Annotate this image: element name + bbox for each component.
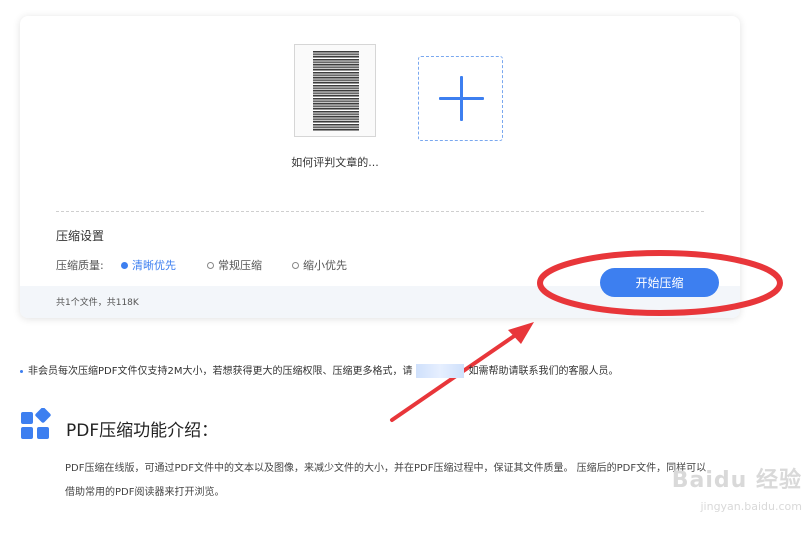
start-compress-button[interactable]: 开始压缩: [600, 268, 719, 297]
notice-text: 非会员每次压缩PDF文件仅支持2M大小，若想获得更大的压缩权限、压缩更多格式，请: [28, 366, 413, 377]
divider: [56, 211, 704, 212]
radio-label: 清晰优先: [132, 259, 176, 272]
bullet-icon: [20, 369, 23, 373]
intro-text-line: PDF压缩在线版，可通过PDF文件中的文本以及图像，来减少文件的大小，并在PDF…: [65, 463, 707, 474]
radio-dot-icon: [207, 261, 214, 269]
radio-normal[interactable]: 常规压缩: [207, 257, 262, 273]
intro-title: PDF压缩功能介绍：: [66, 421, 219, 441]
apps-icon: [21, 408, 51, 439]
upload-card: 如何评判文章的... 压缩设置 压缩质量: 清晰优先 常规压缩 缩小优先 共1个…: [20, 16, 740, 318]
quality-label: 压缩质量:: [56, 259, 104, 272]
blurred-link[interactable]: [416, 364, 465, 378]
settings-title: 压缩设置: [56, 229, 105, 243]
radio-smaller-first[interactable]: 缩小优先: [292, 257, 347, 273]
document-preview: [313, 51, 359, 131]
radio-label: 常规压缩: [218, 259, 262, 272]
notice-help-text: 如需帮助请联系我们的客服人员。: [468, 366, 619, 377]
file-summary: 共1个文件，共118K: [56, 298, 139, 308]
radio-dot-icon: [292, 261, 299, 269]
radio-clarity-first[interactable]: 清晰优先: [121, 257, 176, 273]
radio-label: 缩小优先: [303, 259, 347, 272]
file-thumbnail[interactable]: [294, 44, 376, 137]
page: 如何评判文章的... 压缩设置 压缩质量: 清晰优先 常规压缩 缩小优先 共1个…: [0, 0, 810, 534]
file-name: 如何评判文章的...: [291, 156, 379, 169]
intro-text: PDF压缩在线版，可通过PDF文件中的文本以及图像，来减少文件的大小，并在PDF…: [65, 457, 745, 505]
intro-text-line: 借助常用的PDF阅读器来打开浏览。: [65, 487, 225, 498]
radio-dot-icon: [121, 261, 128, 269]
member-notice: 非会员每次压缩PDF文件仅支持2M大小，若想获得更大的压缩权限、压缩更多格式，请…: [20, 362, 618, 378]
annotation-arrow-head: [508, 322, 534, 344]
add-file-button[interactable]: [418, 56, 503, 141]
